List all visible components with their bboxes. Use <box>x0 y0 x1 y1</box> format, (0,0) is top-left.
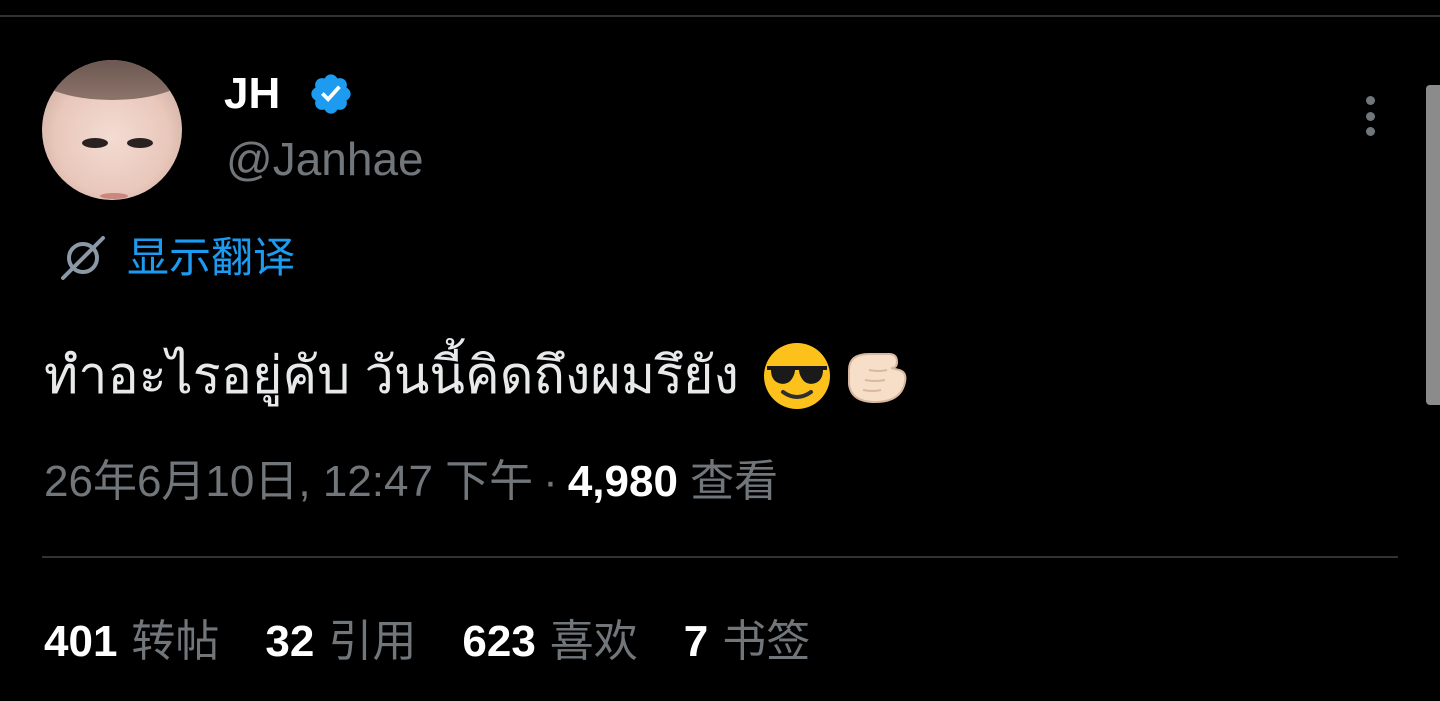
pointing-hand-emoji-icon <box>847 353 907 404</box>
bookmarks-stat[interactable]: 7 书签 <box>684 605 810 669</box>
tweet-detail-page: JH @Janhae 显示翻译 ทำอะไรอยู่คับ วันนี้คิดถ… <box>0 0 1440 701</box>
meta-separator: · <box>543 457 558 506</box>
tweet-meta: 26年6月10日, 12:47 下午 · 4,980 查看 <box>44 452 778 512</box>
scrollbar[interactable] <box>1426 85 1440 405</box>
reposts-stat[interactable]: 401 转帖 <box>44 605 219 669</box>
tweet-time[interactable]: 12:47 下午 <box>323 457 533 506</box>
author-display-name[interactable]: JH <box>224 66 280 122</box>
more-dot-icon <box>1365 111 1375 121</box>
show-translation-link[interactable]: 显示翻译 <box>55 230 295 286</box>
quotes-label: 引用 <box>328 617 417 666</box>
author-handle[interactable]: @Janhae <box>226 130 424 188</box>
more-dot-icon <box>1365 96 1375 105</box>
date-comma: , <box>298 457 311 506</box>
stats-divider <box>42 556 1398 558</box>
engagement-stats: 401 转帖 32 引用 623 喜欢 7 书签 <box>44 606 856 668</box>
likes-label: 喜欢 <box>549 617 638 666</box>
more-options-button[interactable] <box>1350 90 1390 142</box>
reposts-label: 转帖 <box>131 617 220 666</box>
bookmarks-label: 书签 <box>722 617 811 666</box>
tweet-date[interactable]: 26年6月10日 <box>44 457 298 506</box>
show-translation-label: 显示翻译 <box>127 234 296 281</box>
quotes-count: 32 <box>265 617 315 666</box>
sunglasses-emoji-icon <box>763 343 830 409</box>
verified-badge-icon <box>311 74 351 114</box>
avatar-eye-right <box>127 138 153 148</box>
top-divider <box>0 15 1440 17</box>
avatar-hair <box>42 60 182 100</box>
views-count[interactable]: 4,980 <box>568 457 678 506</box>
likes-count: 623 <box>462 617 536 666</box>
avatar-eye-left <box>82 138 108 148</box>
tweet-text-body: ทำอะไรอยู่คับ วันนี้คิดถึงผมรึยัง <box>44 347 739 405</box>
likes-stat[interactable]: 623 喜欢 <box>462 605 637 669</box>
avatar[interactable] <box>42 60 182 200</box>
more-dot-icon <box>1365 127 1375 136</box>
quotes-stat[interactable]: 32 引用 <box>265 605 416 669</box>
bookmarks-count: 7 <box>683 617 709 666</box>
avatar-mouth <box>100 193 128 199</box>
translate-globe-icon <box>61 236 105 280</box>
reposts-count: 401 <box>44 617 118 666</box>
tweet-text: ทำอะไรอยู่คับ วันนี้คิดถึงผมรึยัง <box>44 340 911 412</box>
views-label: 查看 <box>690 457 779 506</box>
